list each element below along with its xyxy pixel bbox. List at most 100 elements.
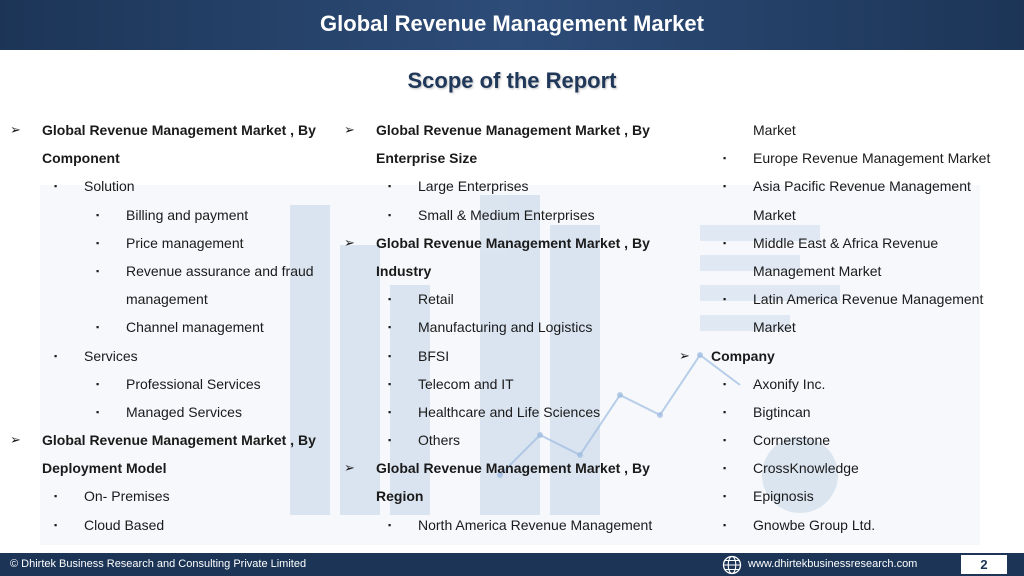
scope-list-item: Region (344, 482, 684, 510)
scope-list-item: ▪ Middle East & Africa Revenue (679, 229, 1019, 257)
square-bullet-icon: ▪ (54, 491, 58, 502)
scope-column-1: ➢ Global Revenue Management Market , By Co… (10, 116, 340, 539)
scope-list-item: ▪ BFSI (344, 342, 684, 370)
scope-list-item: ▪ Cornerstone (679, 426, 1019, 454)
scope-list-item-text: Asia Pacific Revenue Management (753, 178, 971, 195)
square-bullet-icon: ▪ (723, 153, 727, 164)
square-bullet-icon: ▪ (96, 265, 100, 276)
scope-list-item: Market (679, 116, 1019, 144)
scope-list-item-text: Retail (418, 291, 454, 308)
scope-list-item: ▪ Professional Services (10, 370, 340, 398)
scope-list-item-text: North America Revenue Management (418, 516, 653, 533)
scope-list-item-text: Large Enterprises (418, 178, 529, 195)
globe-icon (722, 555, 742, 575)
scope-list-item-text: Epignosis (753, 488, 814, 505)
scope-list-item-text: Market (753, 319, 796, 336)
website-link[interactable]: www.dhirtekbusinessresearch.com (748, 553, 917, 576)
square-bullet-icon: ▪ (54, 181, 58, 192)
scope-list-item: ▪ Billing and payment (10, 201, 340, 229)
scope-list-item-text: Others (418, 432, 461, 449)
square-bullet-icon: ▪ (388, 322, 392, 333)
scope-list-item-text: Global Revenue Management Market , By (376, 234, 650, 251)
square-bullet-icon: ▪ (723, 294, 727, 305)
scope-list-item: ▪ On- Premises (10, 482, 340, 510)
scope-list-item-text: Professional Services (126, 375, 261, 392)
scope-list-item: ➢ Company (679, 342, 1019, 370)
scope-list-item-text: Enterprise Size (376, 150, 478, 167)
square-bullet-icon: ▪ (388, 209, 392, 220)
scope-list-item-text: Deployment Model (42, 460, 167, 477)
square-bullet-icon: ▪ (388, 181, 392, 192)
scope-list-item-text: Component (42, 150, 120, 167)
square-bullet-icon: ▪ (388, 350, 392, 361)
square-bullet-icon: ▪ (723, 406, 727, 417)
square-bullet-icon: ▪ (388, 519, 392, 530)
square-bullet-icon: ▪ (723, 435, 727, 446)
scope-list-item: ▪ CrossKnowledge (679, 454, 1019, 482)
scope-list-item: Component (10, 144, 340, 172)
slide-header: Global Revenue Management Market (0, 0, 1024, 50)
scope-list-item: ▪ Latin America Revenue Management (679, 285, 1019, 313)
copyright-text: © Dhirtek Business Research and Consulti… (10, 558, 307, 570)
scope-list-item-text: Axonify Inc. (753, 375, 826, 392)
scope-list-item: ➢ Global Revenue Management Market , By (344, 454, 684, 482)
square-bullet-icon: ▪ (54, 350, 58, 361)
square-bullet-icon: ▪ (723, 237, 727, 248)
scope-list-item: ▪ Gnowbe Group Ltd. (679, 511, 1019, 539)
scope-list-item: ▪ Others (344, 426, 684, 454)
scope-list-item-text: On- Premises (84, 488, 170, 505)
scope-list-item-text: Region (376, 488, 424, 505)
scope-list-item: Enterprise Size (344, 144, 684, 172)
scope-list-item: ▪ Large Enterprises (344, 172, 684, 200)
scope-list-item-text: Global Revenue Management Market , By (376, 460, 650, 477)
section-subtitle: Scope of the Report (407, 68, 617, 93)
scope-list-item-text: Cloud Based (84, 516, 165, 533)
scope-list-item-text: Price management (126, 234, 244, 251)
scope-list-item-text: Services (84, 347, 138, 364)
scope-list-item-text: BFSI (418, 347, 450, 364)
scope-list-item-text: Global Revenue Management Market , By (42, 432, 316, 449)
scope-list-item: ▪ Small & Medium Enterprises (344, 201, 684, 229)
scope-list-item: ▪ Healthcare and Life Sciences (344, 398, 684, 426)
scope-list-item-text: Healthcare and Life Sciences (418, 403, 601, 420)
square-bullet-icon: ▪ (723, 519, 727, 530)
scope-list-item-text: Market (753, 206, 796, 223)
square-bullet-icon: ▪ (388, 406, 392, 417)
scope-list-item: ▪ Asia Pacific Revenue Management (679, 172, 1019, 200)
scope-list-item-text: Solution (84, 178, 135, 195)
scope-list-item: Management Market (679, 257, 1019, 285)
scope-list-item: ▪ Europe Revenue Management Market (679, 144, 1019, 172)
scope-list-item-text: Managed Services (126, 403, 242, 420)
square-bullet-icon: ▪ (54, 519, 58, 530)
arrow-bullet-icon: ➢ (344, 122, 355, 137)
scope-list-item: ▪ Bigtincan (679, 398, 1019, 426)
arrow-bullet-icon: ➢ (344, 460, 355, 476)
scope-column-2: ➢ Global Revenue Management Market , By En… (344, 116, 684, 539)
scope-list-item-text: Middle East & Africa Revenue (753, 234, 939, 251)
square-bullet-icon: ▪ (723, 491, 727, 502)
scope-list-item: Market (679, 201, 1019, 229)
scope-list-item-text: CrossKnowledge (753, 460, 859, 477)
scope-list-item-text: Global Revenue Management Market , By (376, 122, 650, 138)
scope-list-item: Industry (344, 257, 684, 285)
scope-list-item: ▪ North America Revenue Management (344, 511, 684, 539)
scope-list-item: ▪ Managed Services (10, 398, 340, 426)
square-bullet-icon: ▪ (388, 435, 392, 446)
scope-list-item-text: Manufacturing and Logistics (418, 319, 593, 336)
slide-title: Global Revenue Management Market (320, 11, 704, 36)
scope-list-item-text: Small & Medium Enterprises (418, 206, 595, 223)
scope-list-item-text: Channel management (126, 319, 264, 336)
scope-list-item-text: Management Market (753, 262, 882, 279)
scope-list-item: ➢ Global Revenue Management Market , By (10, 116, 340, 144)
square-bullet-icon: ▪ (723, 463, 727, 474)
scope-list-item-text: Telecom and IT (418, 375, 514, 392)
scope-list-item: ▪ Services (10, 342, 340, 370)
scope-column-3: Market ▪ Europe Revenue Management Market ▪… (679, 116, 1019, 539)
square-bullet-icon: ▪ (96, 237, 100, 248)
scope-list-item: ▪ Epignosis (679, 482, 1019, 510)
scope-list-item: ▪ Revenue assurance and fraud (10, 257, 340, 285)
square-bullet-icon: ▪ (96, 378, 100, 389)
square-bullet-icon: ▪ (96, 322, 100, 333)
scope-list-item-text: Billing and payment (126, 206, 249, 223)
arrow-bullet-icon: ➢ (679, 347, 690, 363)
